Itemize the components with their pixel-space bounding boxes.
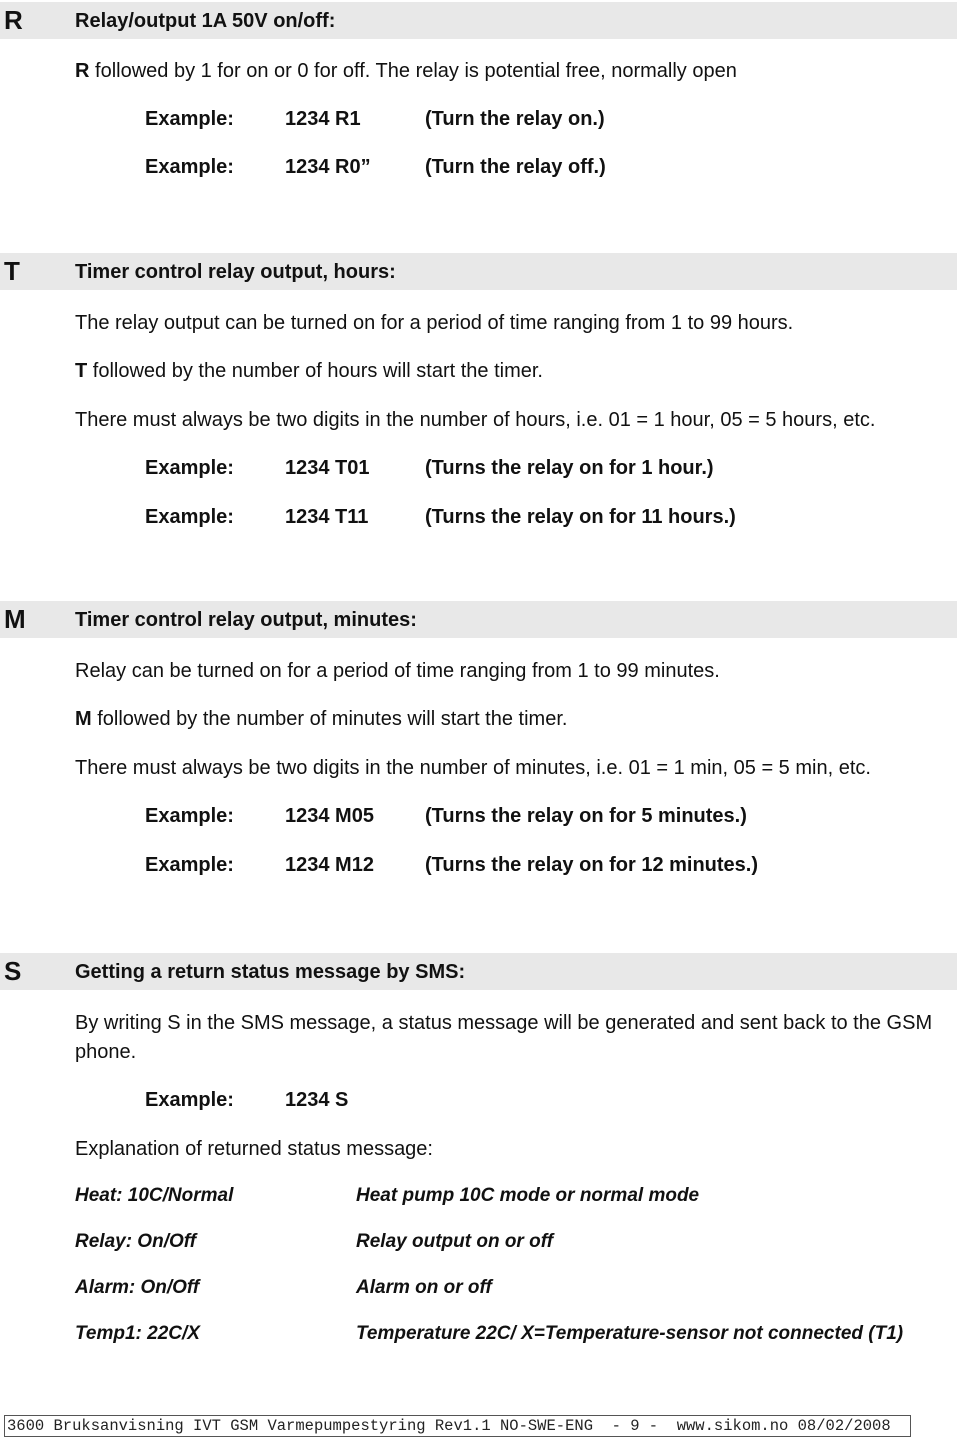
status-key: Heat: 10C/Normal xyxy=(75,1185,234,1206)
section-t-line-1: The relay output can be turned on for a … xyxy=(75,312,794,334)
section-r-header: R Relay/output 1A 50V on/off: xyxy=(0,2,957,39)
example-label: Example: xyxy=(145,457,234,479)
example-note: (Turns the relay on for 1 hour.) xyxy=(425,457,714,479)
description-text: followed by the number of minutes will s… xyxy=(91,708,568,730)
example-code: 1234 R0” xyxy=(285,156,371,178)
description-text: followed by the number of hours will sta… xyxy=(87,360,543,382)
section-m-line-1: Relay can be turned on for a period of t… xyxy=(75,660,720,682)
example-code: 1234 T01 xyxy=(285,457,370,479)
status-key: Relay: On/Off xyxy=(75,1231,197,1252)
status-key: Temp1: 22C/X xyxy=(75,1323,200,1344)
status-meaning: Heat pump 10C mode or normal mode xyxy=(356,1185,700,1206)
section-title: Timer control relay output, hours: xyxy=(75,261,396,283)
example-label: Example: xyxy=(145,1089,234,1111)
example-label: Example: xyxy=(145,108,234,130)
section-letter: M xyxy=(4,604,26,634)
status-meaning: Temperature 22C/ X=Temperature-sensor no… xyxy=(356,1323,904,1344)
example-note: (Turns the relay on for 12 minutes.) xyxy=(425,854,759,876)
example-note: (Turns the relay on for 5 minutes.) xyxy=(425,805,747,827)
section-m-line-3: There must always be two digits in the n… xyxy=(75,757,871,779)
example-code: 1234 M05 xyxy=(285,805,374,827)
section-m-header: M Timer control relay output, minutes: xyxy=(0,601,957,638)
section-s-paragraph: By writing S in the SMS message, a statu… xyxy=(75,1012,933,1063)
section-title: Relay/output 1A 50V on/off: xyxy=(75,10,336,32)
example-code: 1234 T11 xyxy=(285,506,369,528)
command-letter: M xyxy=(75,708,92,730)
section-t-line-2: T followed by the number of hours will s… xyxy=(75,357,543,385)
section-r-description: R followed by 1 for on or 0 for off. The… xyxy=(75,57,737,85)
command-letter: T xyxy=(75,360,88,382)
section-s-header: S Getting a return status message by SMS… xyxy=(0,953,957,990)
example-note: (Turns the relay on for 11 hours.) xyxy=(425,506,736,528)
example-label: Example: xyxy=(145,506,234,528)
example-code: 1234 S xyxy=(285,1089,349,1111)
explanation-heading: Explanation of returned status message: xyxy=(75,1138,433,1160)
section-letter: R xyxy=(4,5,23,35)
section-letter: T xyxy=(4,256,20,286)
status-key: Alarm: On/Off xyxy=(75,1277,200,1298)
status-meaning: Relay output on or off xyxy=(356,1231,554,1252)
section-title: Getting a return status message by SMS: xyxy=(75,961,466,983)
example-label: Example: xyxy=(145,854,234,876)
example-note: (Turn the relay off.) xyxy=(425,156,606,178)
example-code: 1234 R1 xyxy=(285,108,361,130)
section-title: Timer control relay output, minutes: xyxy=(75,609,417,631)
section-m-line-2: M followed by the number of minutes will… xyxy=(75,705,567,733)
example-label: Example: xyxy=(145,805,234,827)
section-t-line-3: There must always be two digits in the n… xyxy=(75,409,876,431)
example-code: 1234 M12 xyxy=(285,854,374,876)
example-note: (Turn the relay on.) xyxy=(425,108,605,130)
page-footer: 3600 Bruksanvisning IVT GSM Varmepumpest… xyxy=(4,1415,911,1437)
section-t-header: T Timer control relay output, hours: xyxy=(0,253,957,290)
section-letter: S xyxy=(4,956,22,986)
example-label: Example: xyxy=(145,156,234,178)
description-text: followed by 1 for on or 0 for off. The r… xyxy=(89,60,737,82)
command-letter: R xyxy=(75,60,90,82)
status-meaning: Alarm on or off xyxy=(356,1277,492,1298)
